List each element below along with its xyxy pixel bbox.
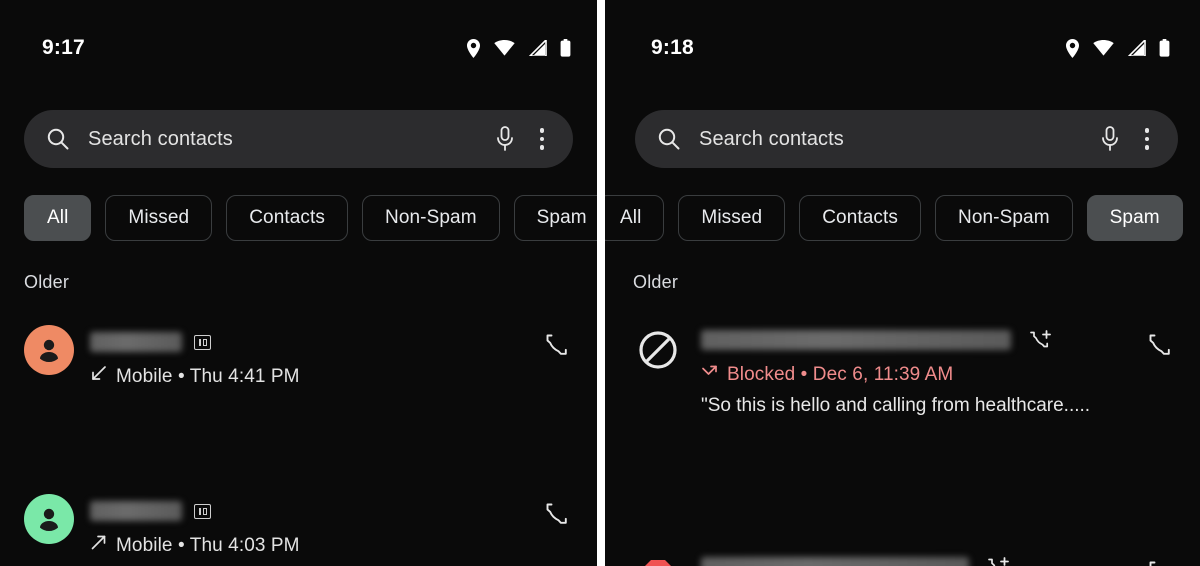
call-info-column: Mobile • Thu 4:41 PM [90, 325, 503, 388]
redacted-contact-name [90, 332, 182, 352]
filter-chip-non-spam[interactable]: Non-Spam [362, 195, 500, 241]
call-transcript-text: "So this is hello and calling from healt… [701, 395, 1091, 416]
call-meta-text: Mobile • Thu 4:41 PM [116, 365, 300, 387]
avatar-column [633, 552, 701, 566]
section-header-older: Older [633, 272, 679, 292]
blocked-icon [633, 325, 683, 375]
redacted-contact-name [90, 501, 182, 521]
contact-name-line [701, 327, 1106, 353]
row-action-column [503, 494, 573, 530]
contact-name-line [701, 554, 1106, 566]
filter-chip-row-right: All Missed Contacts Non-Spam Spam [605, 195, 1183, 241]
avatar-column [24, 494, 90, 544]
location-pin-icon [466, 38, 481, 58]
phone-call-icon[interactable] [543, 331, 573, 361]
avatar-column [633, 325, 701, 375]
phone-call-icon[interactable] [1146, 331, 1176, 361]
row-spacer [0, 388, 597, 494]
search-icon [657, 127, 681, 151]
filter-chip-non-spam[interactable]: Non-Spam [935, 195, 1073, 241]
more-options-icon[interactable] [525, 119, 559, 159]
search-bar-right[interactable]: Search contacts [635, 110, 1178, 168]
call-log-row-blocked[interactable]: Blocked • Dec 6, 11:39 AM "So this is he… [605, 325, 1200, 417]
person-avatar-icon [24, 325, 74, 375]
row-action-column [1106, 325, 1176, 361]
missed-call-icon [701, 363, 718, 386]
spam-warning-icon [633, 552, 683, 566]
call-log-row-spam[interactable]: Spam • Nov 6, 9:11 AM No caller response… [605, 552, 1200, 566]
phone-screen-right: 9:18 Search contacts All Missed Contacts… [605, 0, 1200, 566]
filter-chip-missed[interactable]: Missed [678, 195, 786, 241]
call-log-row[interactable]: Mobile • Thu 4:03 PM [0, 494, 597, 557]
redacted-contact-name [701, 557, 969, 566]
row-spacer [605, 417, 1200, 552]
microphone-icon[interactable] [485, 119, 525, 159]
filter-chip-all[interactable]: All [24, 195, 92, 241]
hd-call-badge-icon [194, 334, 211, 350]
call-info-column: Mobile • Thu 4:03 PM [90, 494, 503, 557]
cellular-signal-icon [528, 40, 547, 56]
battery-icon [1159, 39, 1170, 57]
filter-chip-contacts[interactable]: Contacts [226, 195, 348, 241]
status-bar-icons [1065, 38, 1170, 58]
status-bar-left: 9:17 [0, 0, 597, 88]
filter-chip-row-left: All Missed Contacts Non-Spam Spam [24, 195, 597, 241]
row-spacer [0, 557, 597, 566]
hd-call-badge-icon [194, 503, 211, 519]
call-meta-line: Blocked • Dec 6, 11:39 AM [701, 363, 1106, 386]
call-meta-line: Mobile • Thu 4:41 PM [90, 365, 503, 388]
status-bar-clock: 9:18 [651, 36, 694, 59]
call-meta-line: Mobile • Thu 4:03 PM [90, 534, 503, 557]
panel-divider [597, 0, 605, 566]
row-action-column [1106, 552, 1176, 566]
call-log-list-left: Mobile • Thu 4:41 PM Mobile • Thu 4:03 P… [0, 325, 597, 566]
outgoing-call-icon [90, 534, 107, 557]
phone-call-icon[interactable] [543, 500, 573, 530]
filter-chip-all[interactable]: All [605, 195, 665, 241]
wifi-icon [494, 40, 515, 56]
contact-name-line [90, 329, 503, 355]
avatar-column [24, 325, 90, 375]
call-log-list-right: Blocked • Dec 6, 11:39 AM "So this is he… [605, 325, 1200, 566]
call-info-column: Blocked • Dec 6, 11:39 AM "So this is he… [701, 325, 1106, 417]
more-options-icon[interactable] [1130, 119, 1164, 159]
status-bar-icons [466, 38, 571, 58]
contact-name-line [90, 498, 503, 524]
section-header-older: Older [24, 272, 70, 292]
search-bar-left[interactable]: Search contacts [24, 110, 573, 168]
wifi-icon [1093, 40, 1114, 56]
search-icon [46, 127, 70, 151]
battery-icon [560, 39, 571, 57]
phone-call-icon[interactable] [1146, 558, 1176, 566]
filter-chip-spam[interactable]: Spam [513, 195, 597, 241]
search-input-placeholder[interactable]: Search contacts [88, 128, 485, 151]
person-avatar-icon [24, 494, 74, 544]
call-info-column: Spam • Nov 6, 9:11 AM No caller response… [701, 552, 1106, 566]
phone-screen-left: 9:17 Search contacts All Missed Contacts… [0, 0, 597, 566]
filter-chip-missed[interactable]: Missed [105, 195, 213, 241]
redacted-contact-name [701, 330, 1011, 350]
incoming-call-icon [90, 365, 107, 388]
filter-chip-contacts[interactable]: Contacts [799, 195, 921, 241]
status-bar-right: 9:18 [605, 0, 1200, 88]
location-pin-icon [1065, 38, 1080, 58]
microphone-icon[interactable] [1090, 119, 1130, 159]
call-log-row[interactable]: Mobile • Thu 4:41 PM [0, 325, 597, 388]
status-bar-clock: 9:17 [42, 36, 85, 59]
row-action-column [503, 325, 573, 361]
call-meta-text: Blocked • Dec 6, 11:39 AM [727, 363, 954, 385]
add-contact-icon[interactable] [987, 556, 1011, 566]
dual-screenshot-stage: 9:17 Search contacts All Missed Contacts… [0, 0, 1200, 566]
filter-chip-spam[interactable]: Spam [1086, 195, 1183, 241]
call-meta-text: Mobile • Thu 4:03 PM [116, 534, 300, 556]
cellular-signal-icon [1127, 40, 1146, 56]
add-contact-icon[interactable] [1029, 329, 1053, 351]
search-input-placeholder[interactable]: Search contacts [699, 128, 1090, 151]
